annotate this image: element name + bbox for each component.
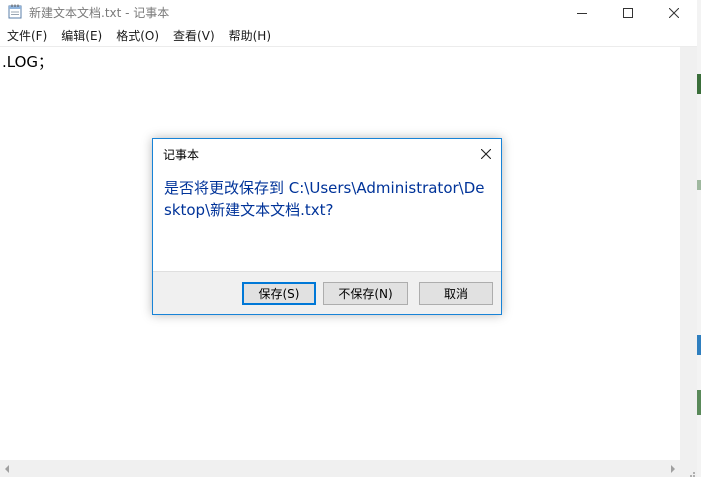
menu-file[interactable]: 文件(F) [0, 26, 54, 46]
notepad-window: 新建文本文档.txt - 记事本 文件(F) 编辑(E) 格式(O) 查看(V) [0, 0, 701, 477]
save-changes-dialog: 记事本 是否将更改保存到 C:\Users\Administrator\Desk… [152, 138, 502, 315]
menu-view[interactable]: 查看(V) [166, 26, 222, 46]
background-window-edge [697, 0, 701, 477]
close-icon [668, 3, 680, 22]
dialog-message: 是否将更改保存到 C:\Users\Administrator\Desktop\… [164, 179, 485, 219]
scrollbar-corner [680, 460, 697, 477]
notepad-icon [8, 4, 22, 19]
scroll-right-arrow-icon[interactable] [671, 465, 675, 473]
maximize-button[interactable] [605, 0, 651, 24]
scroll-left-arrow-icon[interactable] [5, 465, 9, 473]
window-title: 新建文本文档.txt - 记事本 [29, 6, 170, 20]
dialog-close-button[interactable] [475, 142, 497, 164]
vertical-scrollbar[interactable] [680, 47, 697, 460]
menu-format[interactable]: 格式(O) [109, 26, 166, 46]
resize-grip-icon[interactable] [685, 465, 695, 477]
dont-save-button[interactable]: 不保存(N) [323, 282, 408, 305]
editor-content: .LOG； [2, 53, 54, 71]
minimize-button[interactable] [559, 0, 605, 24]
close-icon [480, 144, 492, 163]
minimize-icon [577, 3, 587, 22]
menu-edit[interactable]: 编辑(E) [54, 26, 109, 46]
save-button[interactable]: 保存(S) [242, 282, 316, 305]
maximize-icon [623, 3, 633, 22]
dialog-button-bar: 保存(S) 不保存(N) 取消 [153, 271, 501, 314]
close-window-button[interactable] [651, 0, 697, 24]
title-bar[interactable]: 新建文本文档.txt - 记事本 [0, 0, 697, 24]
dialog-title: 记事本 [163, 148, 200, 162]
cancel-button[interactable]: 取消 [419, 282, 493, 305]
menu-help[interactable]: 帮助(H) [222, 26, 278, 46]
horizontal-scrollbar[interactable] [0, 460, 680, 477]
menu-bar: 文件(F) 编辑(E) 格式(O) 查看(V) 帮助(H) [0, 26, 697, 46]
